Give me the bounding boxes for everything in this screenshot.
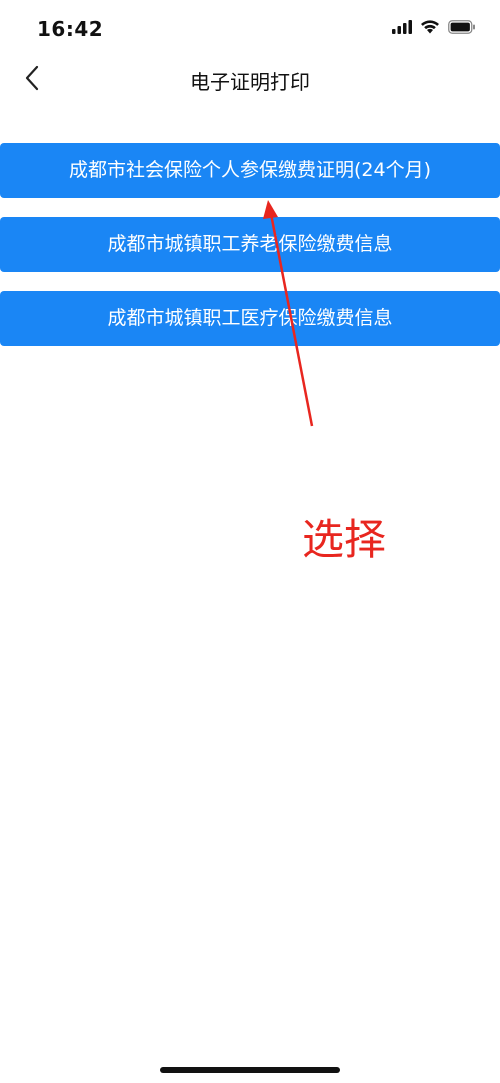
home-indicator[interactable] xyxy=(160,1067,340,1073)
wifi-icon xyxy=(420,19,440,38)
option-pension-payment-info-button[interactable]: 成都市城镇职工养老保险缴费信息 xyxy=(0,217,500,272)
signal-icon xyxy=(392,19,412,38)
status-time: 16:42 xyxy=(37,17,104,41)
option-medical-payment-info-button[interactable]: 成都市城镇职工医疗保险缴费信息 xyxy=(0,291,500,346)
status-icons xyxy=(392,18,476,38)
option-list: 成都市社会保险个人参保缴费证明(24个月) 成都市城镇职工养老保险缴费信息 成都… xyxy=(0,143,500,365)
annotation-label: 选择 xyxy=(302,515,387,564)
nav-bar: 电子证明打印 xyxy=(0,56,500,104)
page-title: 电子证明打印 xyxy=(190,70,310,94)
battery-icon xyxy=(448,19,476,38)
status-bar: 16:42 xyxy=(0,0,500,56)
option-social-insurance-certificate-button[interactable]: 成都市社会保险个人参保缴费证明(24个月) xyxy=(0,143,500,198)
